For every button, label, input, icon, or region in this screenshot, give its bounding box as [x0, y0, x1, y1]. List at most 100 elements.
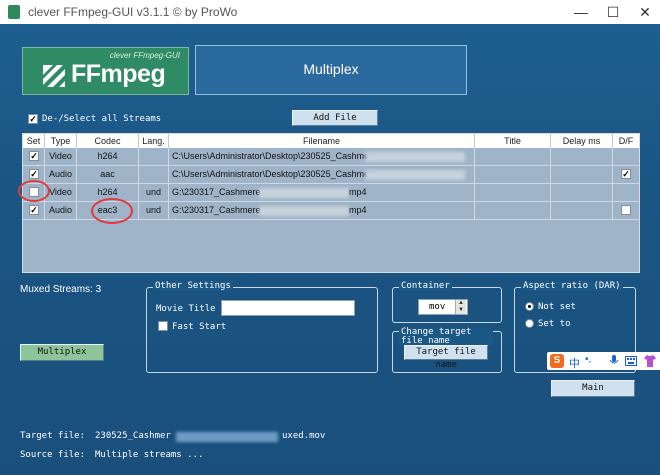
title-cell[interactable] [475, 148, 551, 165]
movie-title-label: Movie Title [156, 304, 216, 314]
filename-cell: G:\230317_Cashmere mp4 [169, 202, 475, 219]
filename-text: C:\Users\Administrator\Desktop\230525_Ca… [172, 151, 378, 161]
df-checkbox[interactable] [621, 205, 631, 215]
filename-cell: C:\Users\Administrator\Desktop\230525_Ca… [169, 148, 475, 165]
mode-title-box: Multiplex [195, 45, 467, 95]
container-select[interactable]: mov ▲ ▼ [418, 299, 468, 315]
app-icon [8, 5, 20, 19]
df-cell [613, 184, 639, 201]
title-cell[interactable] [475, 202, 551, 219]
filename-text: G:\230317_Cashmere [172, 205, 261, 215]
redacted-region [365, 152, 465, 162]
redacted-region [176, 432, 278, 442]
target-file-value-end: uxed.mov [282, 431, 326, 441]
logo-text: FFmpeg [71, 60, 166, 88]
filename-cell: C:\Users\Administrator\Desktop\230525_Ca… [169, 166, 475, 183]
codec-cell: h264 [77, 148, 139, 165]
target-file-label: Target file: [20, 431, 86, 441]
main-button[interactable]: Main [551, 380, 635, 397]
ime-toolbar: S 中 •, [547, 352, 660, 370]
col-header-filename[interactable]: Filename [169, 134, 475, 148]
target-file-value: 230525_Cashmer [95, 431, 171, 441]
container-value: mov [429, 302, 446, 312]
redacted-region [365, 170, 465, 180]
punctuation-icon[interactable]: •, [585, 354, 591, 365]
close-button[interactable]: ✕ [630, 2, 660, 22]
source-file-value: Multiple streams ... [95, 450, 204, 460]
minimize-button[interactable]: — [566, 2, 596, 22]
col-header-set[interactable]: Set [23, 134, 45, 148]
multiplex-button[interactable]: Multiplex [20, 344, 104, 361]
container-legend: Container [399, 281, 452, 291]
select-all-streams-label: De-/Select all Streams [42, 114, 162, 124]
df-checkbox[interactable]: ✓ [621, 169, 631, 179]
redacted-region [259, 188, 349, 198]
filename-ext: mp4 [349, 205, 367, 215]
title-cell[interactable] [475, 184, 551, 201]
lang-cell [139, 166, 169, 183]
filename-cell: G:\230317_Cashmere mp4 [169, 184, 475, 201]
skin-shirt-icon[interactable] [643, 354, 657, 368]
microphone-icon[interactable] [609, 355, 619, 367]
delay-cell[interactable] [551, 184, 613, 201]
codec-cell: aac [77, 166, 139, 183]
type-cell: Audio [45, 166, 77, 183]
lang-cell: und [139, 202, 169, 219]
select-all-streams-checkbox[interactable]: ✓ [28, 114, 38, 124]
fast-start-checkbox[interactable] [158, 321, 168, 331]
title-bar: clever FFmpeg-GUI v3.1.1 © by ProWo — ☐ … [0, 0, 660, 24]
aspect-ratio-legend: Aspect ratio (DAR) [521, 281, 623, 291]
target-file-name-button[interactable]: Target file name [404, 345, 488, 370]
filename-text: G:\230317_Cashmere [172, 187, 261, 197]
col-header-lang[interactable]: Lang. [139, 134, 169, 148]
col-header-title[interactable]: Title [475, 134, 551, 148]
set-checkbox[interactable]: ✓ [29, 205, 39, 215]
logo-caption: clever FFmpeg-GUI [109, 51, 180, 60]
lang-cell: und [139, 184, 169, 201]
df-cell [613, 202, 639, 219]
df-cell [613, 148, 639, 165]
lang-cell [139, 148, 169, 165]
maximize-button[interactable]: ☐ [598, 2, 628, 22]
col-header-type[interactable]: Type [45, 134, 77, 148]
muxed-streams-count: Muxed Streams: 3 [20, 284, 102, 295]
set-cell: ✓ [23, 148, 45, 165]
keyboard-icon[interactable] [625, 356, 637, 366]
window-title: clever FFmpeg-GUI v3.1.1 © by ProWo [28, 5, 238, 19]
annotation-circle [91, 198, 133, 224]
add-file-button[interactable]: Add File [292, 110, 378, 126]
filename-ext: mp4 [349, 187, 367, 197]
set-checkbox[interactable]: ✓ [29, 151, 39, 161]
not-set-radio[interactable] [525, 302, 534, 311]
source-file-label: Source file: [20, 450, 86, 460]
type-cell: Video [45, 148, 77, 165]
movie-title-input[interactable] [221, 300, 355, 316]
ime-language-label[interactable]: 中 [569, 355, 580, 371]
set-checkbox[interactable]: ✓ [29, 169, 39, 179]
col-header-delay[interactable]: Delay ms [551, 134, 613, 148]
col-header-df[interactable]: D/F [613, 134, 639, 148]
set-cell: ✓ [23, 202, 45, 219]
table-row[interactable]: ✓ Video h264 C:\Users\Administrator\Desk… [23, 148, 639, 166]
mode-title: Multiplex [303, 61, 359, 77]
delay-cell[interactable] [551, 202, 613, 219]
ffmpeg-logo-icon [43, 65, 65, 87]
set-to-label: Set to [538, 319, 571, 329]
redacted-region [259, 206, 349, 216]
ffmpeg-logo: clever FFmpeg-GUI FFmpeg [22, 47, 189, 95]
type-cell: Audio [45, 202, 77, 219]
annotation-circle [18, 180, 50, 202]
title-cell[interactable] [475, 166, 551, 183]
spinner-arrows-icon[interactable]: ▲ ▼ [455, 300, 466, 314]
change-target-legend: Change target file name [399, 328, 493, 346]
delay-cell[interactable] [551, 148, 613, 165]
delay-cell[interactable] [551, 166, 613, 183]
ime-logo-icon[interactable]: S [550, 354, 564, 368]
col-header-codec[interactable]: Codec [77, 134, 139, 148]
table-row[interactable]: ✓ Audio aac C:\Users\Administrator\Deskt… [23, 166, 639, 184]
df-cell: ✓ [613, 166, 639, 183]
not-set-label: Not set [538, 302, 576, 312]
other-settings-legend: Other Settings [153, 281, 233, 291]
set-to-radio[interactable] [525, 319, 534, 328]
table-header: Set Type Codec Lang. Filename Title Dela… [23, 134, 639, 148]
